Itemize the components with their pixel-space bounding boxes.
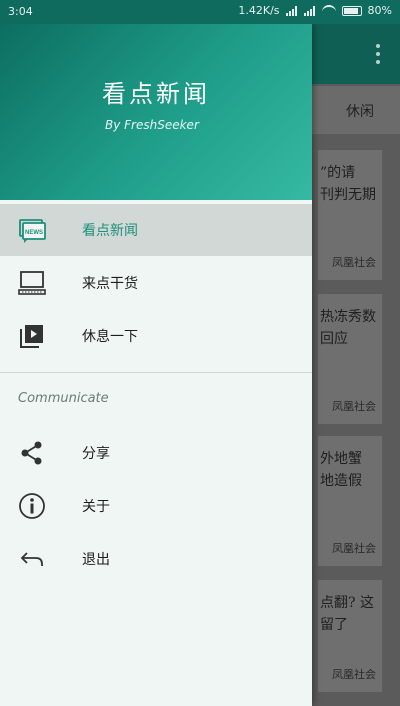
wifi-icon	[321, 4, 336, 17]
svg-text:NEWS: NEWS	[25, 230, 43, 236]
computer-icon	[18, 269, 46, 297]
news-card-title: ”的请 刊判无期	[320, 165, 376, 203]
battery-percent: 80%	[367, 4, 392, 17]
nav-item-leisure[interactable]: 休息一下	[0, 310, 312, 362]
nav-item-label: 休息一下	[82, 329, 138, 345]
nav-item-about[interactable]: 关于	[0, 480, 312, 532]
battery-icon	[341, 5, 362, 16]
news-card-title: 热冻秀数 回应	[320, 309, 376, 347]
drawer-divider	[0, 372, 312, 373]
news-card[interactable]: 点翻? 这 留了 凤凰社会	[318, 580, 382, 692]
nav-item-exit[interactable]: 退出	[0, 533, 312, 585]
news-card-source: 凤凰社会	[332, 256, 376, 269]
drawer-header: 看点新闻 By FreshSeeker	[0, 24, 312, 200]
news-card-source: 凤凰社会	[332, 400, 376, 413]
news-card[interactable]: ”的请 刊判无期 凤凰社会	[318, 150, 382, 280]
nav-item-label: 看点新闻	[82, 223, 138, 239]
drawer-subtitle: By FreshSeeker	[105, 118, 199, 132]
news-card[interactable]: 热冻秀数 回应 凤凰社会	[318, 294, 382, 424]
overflow-menu-icon[interactable]	[376, 44, 382, 64]
status-bar: 3:04 1.42K/s 80%	[0, 0, 400, 24]
nav-item-tech[interactable]: 来点干货	[0, 257, 312, 309]
drawer-title: 看点新闻	[102, 80, 210, 108]
news-card-source: 凤凰社会	[332, 542, 376, 555]
news-icon: NEWS	[18, 216, 46, 244]
status-indicators: 1.42K/s 80%	[238, 4, 392, 17]
navigation-drawer: 看点新闻 By FreshSeeker NEWS 看点新闻 来点干货 休息一下 …	[0, 24, 312, 706]
signal-icon-2	[303, 5, 316, 16]
signal-icon	[285, 5, 298, 16]
tab-leisure[interactable]: 休闲	[346, 101, 374, 121]
nav-item-label: 来点干货	[82, 276, 138, 292]
nav-item-news[interactable]: NEWS 看点新闻	[0, 204, 312, 256]
video-library-icon	[18, 322, 46, 350]
status-time: 3:04	[8, 5, 33, 18]
back-arrow-icon	[18, 545, 46, 573]
news-card[interactable]: 外地蟹 地造假 凤凰社会	[318, 436, 382, 566]
network-speed: 1.42K/s	[238, 4, 280, 17]
news-card-title: 点翻? 这 留了	[320, 595, 374, 633]
share-icon	[18, 439, 46, 467]
news-card-source: 凤凰社会	[332, 668, 376, 681]
info-icon	[18, 492, 46, 520]
nav-item-label: 关于	[82, 499, 110, 515]
news-card-title: 外地蟹 地造假	[320, 451, 362, 489]
nav-item-label: 退出	[82, 552, 110, 568]
section-title: Communicate	[18, 391, 109, 406]
nav-item-label: 分享	[82, 446, 110, 462]
nav-item-share[interactable]: 分享	[0, 427, 312, 479]
